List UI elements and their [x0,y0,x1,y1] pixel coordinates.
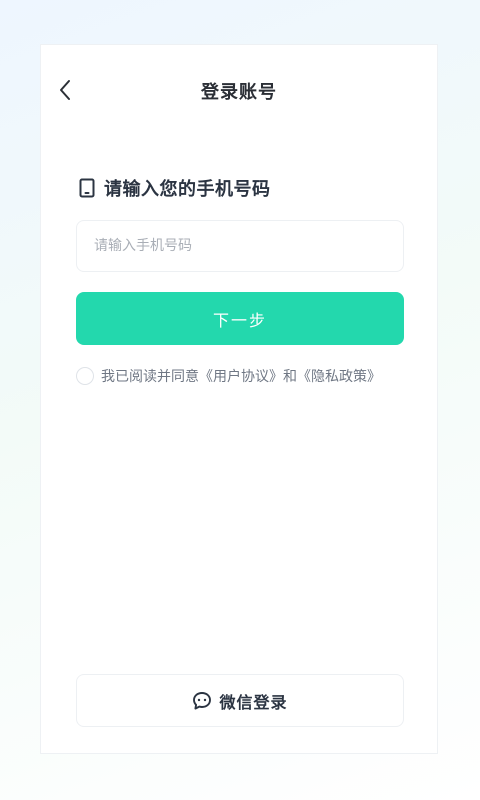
agreement-checkbox[interactable] [76,367,94,385]
phone-field [76,220,404,272]
page-title: 登录账号 [201,82,277,103]
privacy-policy-link[interactable]: 《隐私政策》 [297,369,381,385]
wechat-login-button[interactable]: 微信登录 [76,674,404,727]
user-agreement-link[interactable]: 《用户协议》 [199,369,283,385]
login-card: 登录账号 请输入您的手机号码 下一步 我已阅读并同意《用户协议》和《隐私政策》 … [40,44,438,754]
phone-prompt-text: 请输入您的手机号码 [104,179,271,200]
agreement-prefix: 我已阅读并同意 [101,369,199,385]
wechat-login-label: 微信登录 [219,692,288,712]
phone-prompt: 请输入您的手机号码 [79,176,271,200]
agreement-text: 我已阅读并同意《用户协议》和《隐私政策》 [101,366,381,386]
header: 登录账号 [41,45,437,135]
phone-icon [79,178,95,198]
phone-input[interactable] [77,221,403,271]
agreement-connector: 和 [283,369,297,385]
agreement-row: 我已阅读并同意《用户协议》和《隐私政策》 [76,365,381,387]
chat-bubble-icon [193,691,212,710]
next-button[interactable]: 下一步 [76,292,404,345]
